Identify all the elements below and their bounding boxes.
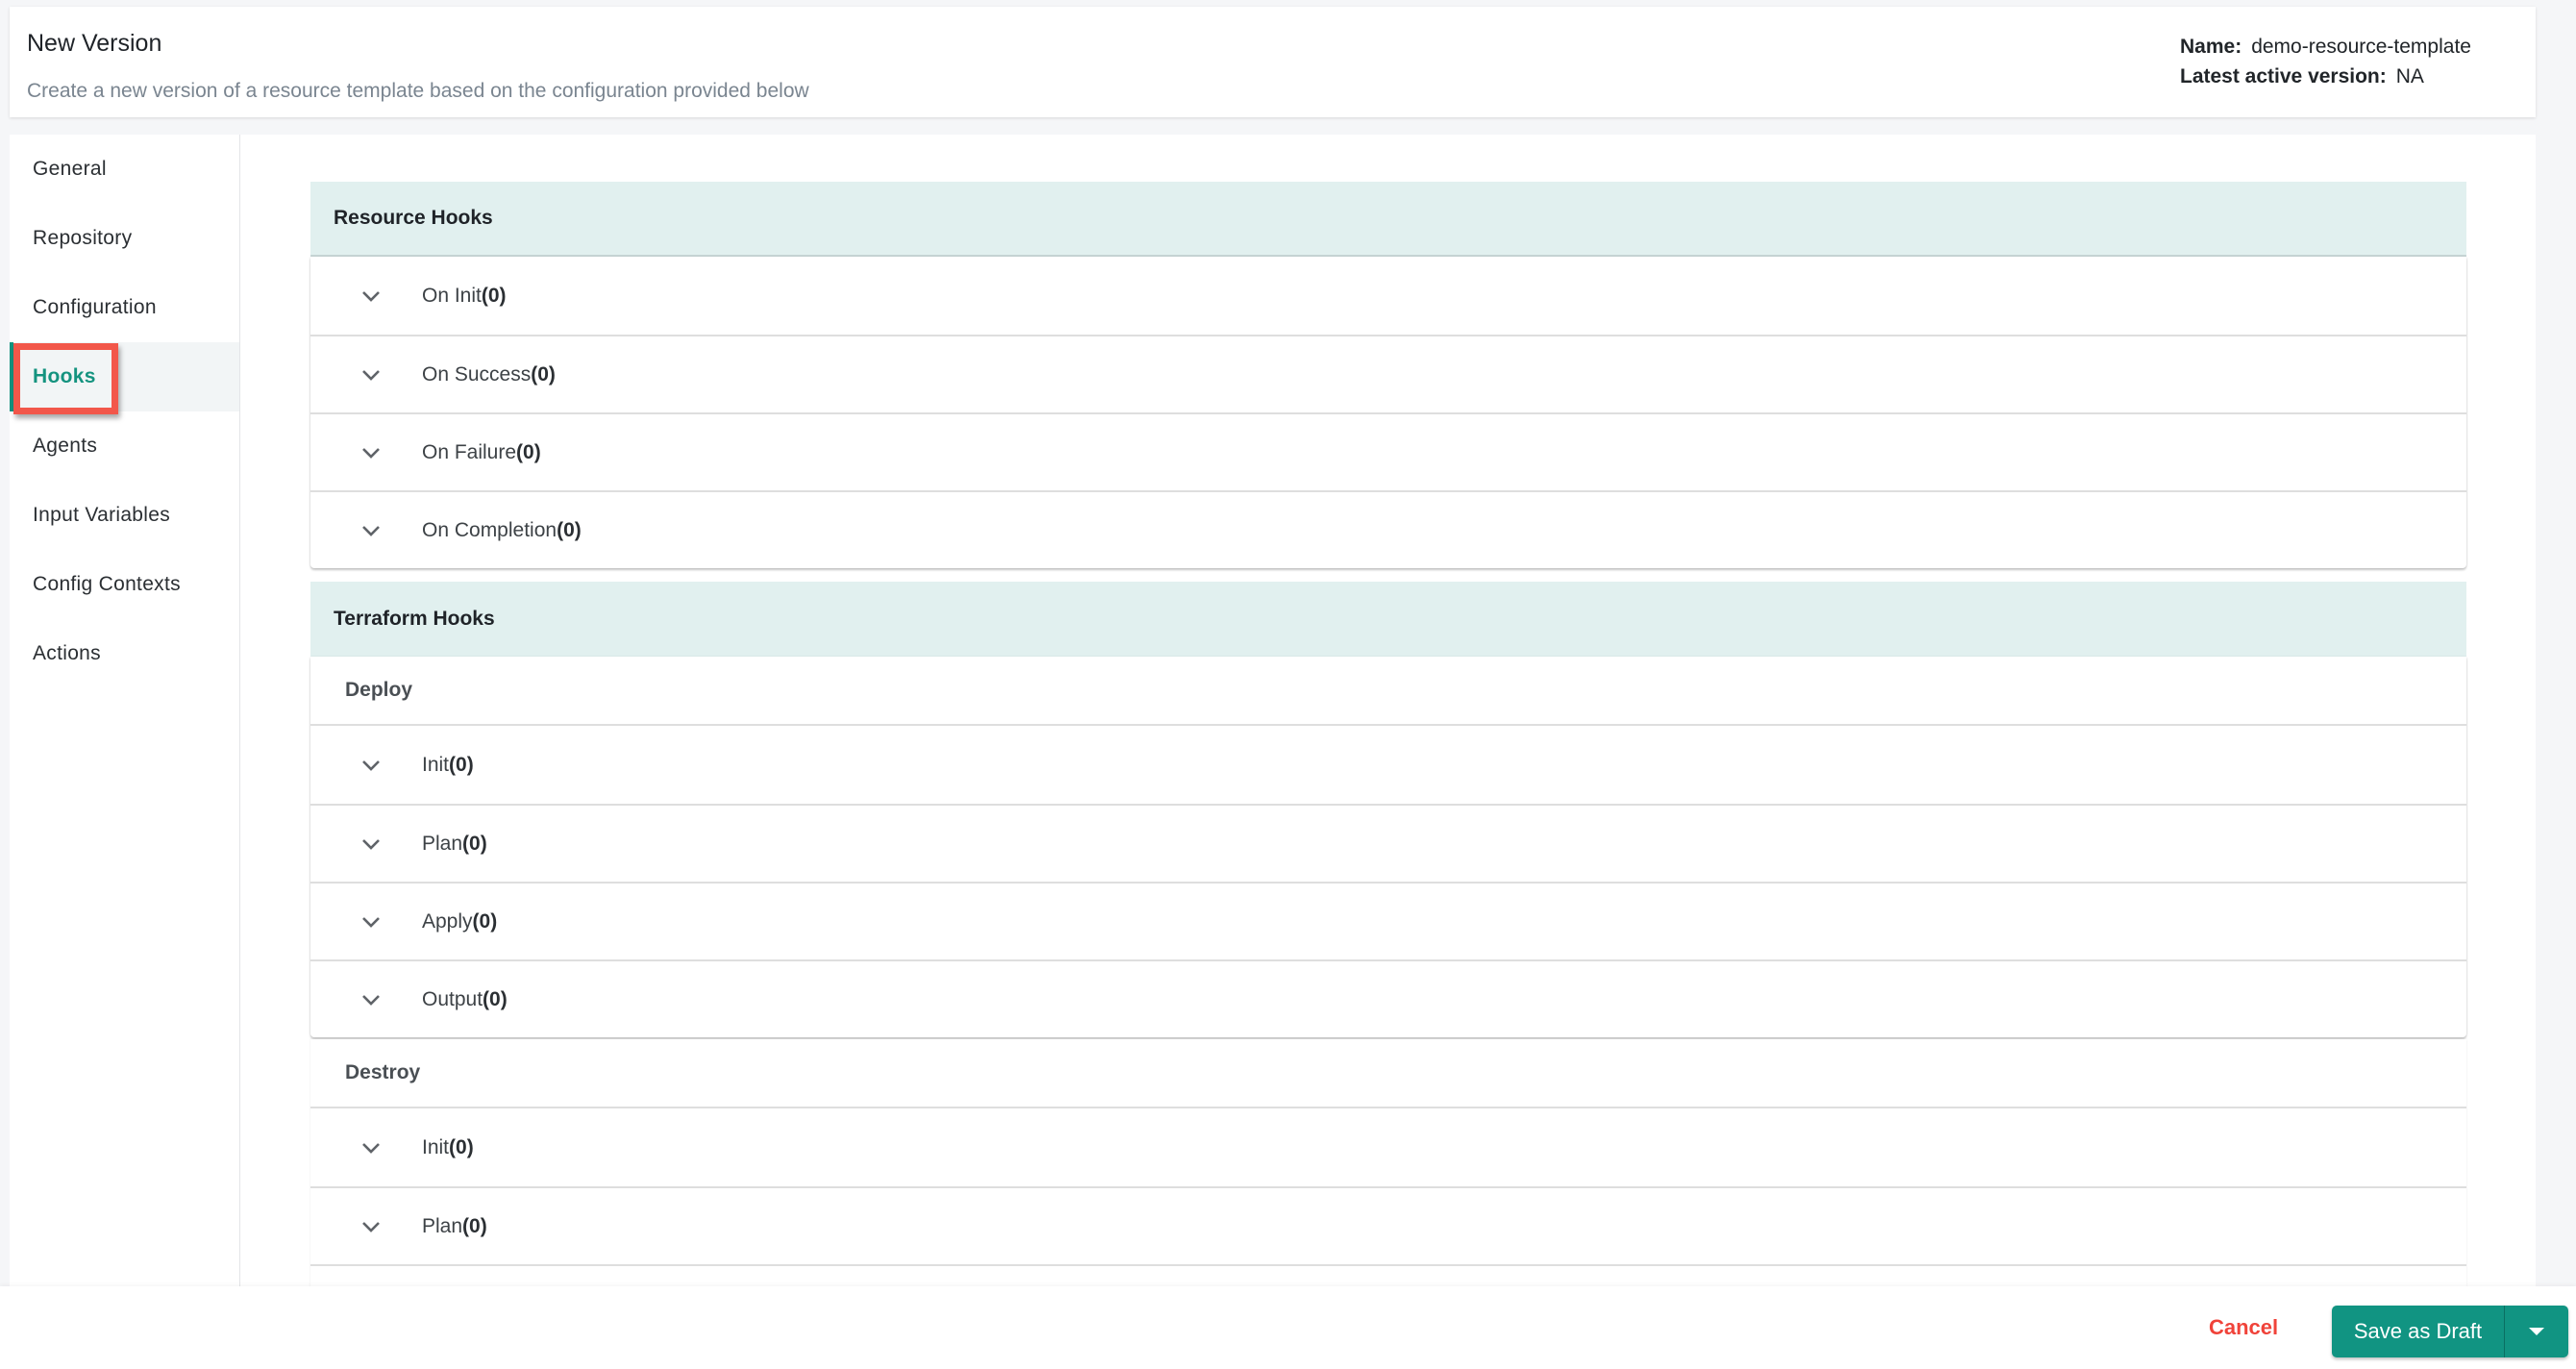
chevron-down-icon[interactable] [310, 524, 426, 537]
hook-count: (0) [531, 362, 556, 386]
terraform-deploy-list: Deploy Init (0) Plan (0) Apply (0) Outpu… [310, 657, 2466, 1037]
chevron-down-icon[interactable] [310, 289, 426, 303]
sidebar-item-general[interactable]: General [10, 135, 239, 204]
page-subtitle: Create a new version of a resource templ… [27, 80, 809, 102]
chevron-down-icon[interactable] [310, 368, 426, 382]
hook-label: Init [422, 753, 450, 776]
latest-version-value: NA [2395, 65, 2424, 87]
footer-bar: Cancel Save as Draft [0, 1286, 2576, 1369]
page-title: New Version [27, 30, 162, 57]
hook-label: Apply [422, 909, 473, 933]
hook-row-on-init[interactable]: On Init (0) [310, 257, 2466, 335]
chevron-down-icon[interactable] [310, 915, 426, 929]
hook-label: Plan [422, 832, 463, 855]
hook-count: (0) [462, 1214, 487, 1237]
hook-label: Init [422, 1135, 450, 1158]
sidebar-item-actions[interactable]: Actions [10, 619, 239, 688]
hook-row-deploy-plan[interactable]: Plan (0) [310, 804, 2466, 882]
chevron-down-icon[interactable] [310, 1220, 426, 1233]
sidebar-item-configuration[interactable]: Configuration [10, 273, 239, 342]
hook-count: (0) [483, 987, 508, 1010]
hook-row-destroy-plan[interactable]: Plan (0) [310, 1186, 2466, 1264]
save-options-dropdown[interactable] [2505, 1306, 2568, 1357]
hook-row-destroy-init[interactable]: Init (0) [310, 1108, 2466, 1186]
name-value: demo-resource-template [2251, 36, 2471, 58]
sidebar-item-config-contexts[interactable]: Config Contexts [10, 550, 239, 619]
deploy-group-label: Deploy [310, 657, 2466, 726]
section-title: Resource Hooks [310, 182, 2466, 257]
hook-label: Plan [422, 1214, 463, 1237]
hook-count: (0) [557, 518, 582, 541]
chevron-down-icon[interactable] [310, 446, 426, 460]
sidebar-item-agents[interactable]: Agents [10, 411, 239, 481]
resource-hooks-list: On Init (0) On Success (0) On Failure (0) O… [310, 257, 2466, 568]
latest-version-label: Latest active version: [2180, 65, 2387, 87]
hook-label: On Failure [422, 440, 517, 463]
hook-count: (0) [516, 440, 541, 463]
sidebar-item-repository[interactable]: Repository [10, 204, 239, 273]
hook-count: (0) [462, 832, 487, 855]
hook-row-on-success[interactable]: On Success (0) [310, 335, 2466, 412]
sidebar-item-hooks[interactable]: Hooks [10, 342, 239, 411]
chevron-down-icon[interactable] [310, 1141, 426, 1155]
name-row: Name: demo-resource-template [2180, 32, 2471, 62]
hook-label: Output [422, 987, 483, 1010]
sidebar-item-input-variables[interactable]: Input Variables [10, 481, 239, 550]
hook-row-destroy-more[interactable] [310, 1264, 2466, 1288]
page-header: New Version Create a new version of a re… [10, 7, 2536, 117]
destroy-group-label: Destroy [310, 1039, 2466, 1108]
hook-label: On Init [422, 284, 482, 307]
hook-count: (0) [449, 1135, 474, 1158]
hook-row-deploy-output[interactable]: Output (0) [310, 959, 2466, 1037]
hook-count: (0) [449, 753, 474, 776]
hook-row-on-failure[interactable]: On Failure (0) [310, 412, 2466, 490]
hook-count: (0) [481, 284, 507, 307]
main-panel: Resource Hooks On Init (0) On Success (0) … [240, 135, 2536, 1288]
sidebar-nav: General Repository Configuration Hooks A… [10, 135, 240, 1288]
hook-row-on-completion[interactable]: On Completion (0) [310, 490, 2466, 568]
name-label: Name: [2180, 36, 2242, 58]
save-as-draft-button[interactable]: Save as Draft [2332, 1306, 2505, 1357]
hook-count: (0) [472, 909, 498, 933]
terraform-hooks-section: Terraform Hooks Deploy Init (0) Plan (0)… [310, 582, 2466, 1288]
resource-hooks-section: Resource Hooks On Init (0) On Success (0) … [310, 182, 2466, 568]
chevron-down-icon[interactable] [310, 759, 426, 772]
latest-version-row: Latest active version: NA [2180, 62, 2471, 91]
chevron-down-icon[interactable] [310, 993, 426, 1007]
template-meta: Name: demo-resource-template Latest activ… [2180, 32, 2471, 91]
terraform-destroy-list: Destroy Init (0) Plan (0) [310, 1039, 2466, 1288]
cancel-button[interactable]: Cancel [2209, 1315, 2278, 1340]
hook-row-deploy-init[interactable]: Init (0) [310, 726, 2466, 804]
hook-label: On Success [422, 362, 532, 386]
chevron-down-icon[interactable] [310, 837, 426, 851]
hook-row-deploy-apply[interactable]: Apply (0) [310, 882, 2466, 959]
section-title: Terraform Hooks [310, 582, 2466, 657]
hook-label: On Completion [422, 518, 557, 541]
save-split-button: Save as Draft [2332, 1306, 2568, 1357]
caret-down-icon [2529, 1328, 2544, 1335]
